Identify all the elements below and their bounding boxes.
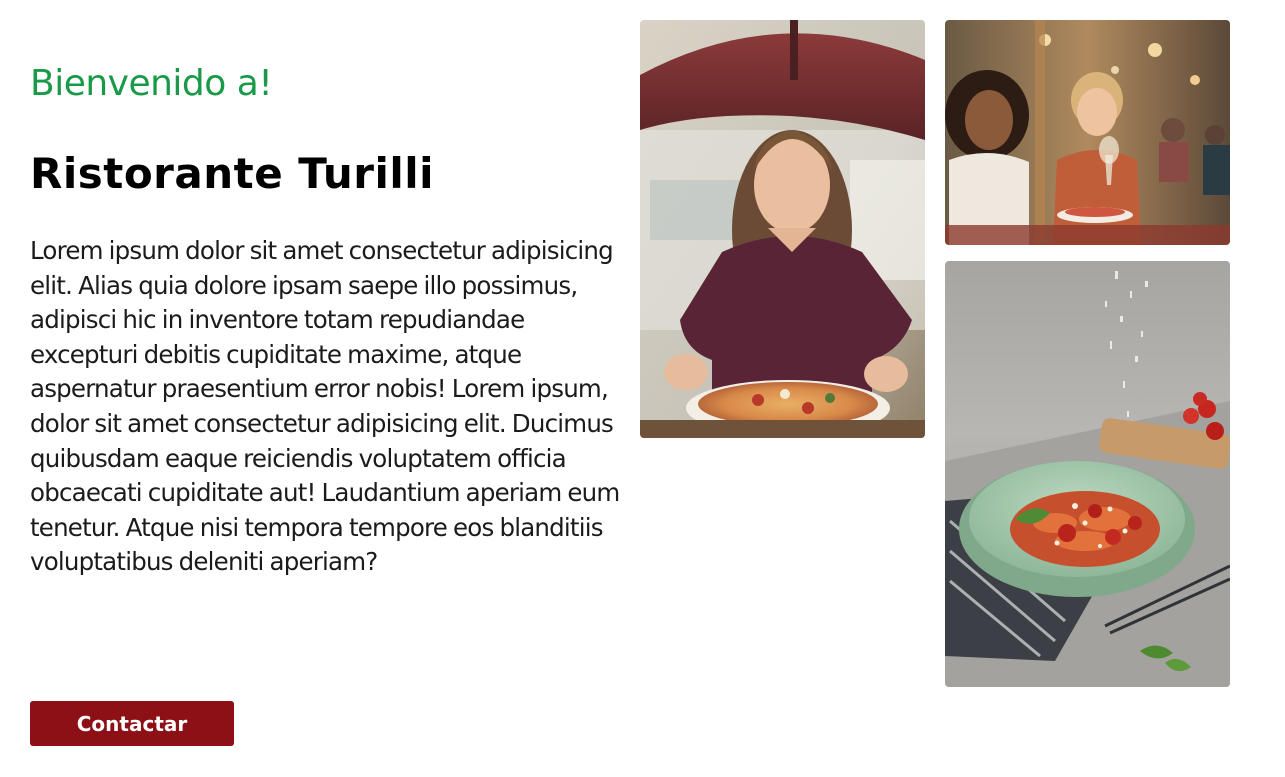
hero-description: Lorem ipsum dolor sit amet consectetur a… bbox=[30, 236, 620, 577]
restaurant-title: Ristorante Turilli bbox=[30, 149, 435, 198]
hero-text-block: Bienvenido a! Ristorante Turilli Lorem i… bbox=[30, 58, 630, 580]
friends-dining-photo bbox=[945, 20, 1230, 245]
woman-with-pizza-photo bbox=[640, 20, 925, 438]
pasta-dish-photo bbox=[945, 261, 1230, 687]
welcome-heading: Bienvenido a! bbox=[30, 63, 273, 104]
contact-button[interactable]: Contactar bbox=[30, 701, 234, 746]
